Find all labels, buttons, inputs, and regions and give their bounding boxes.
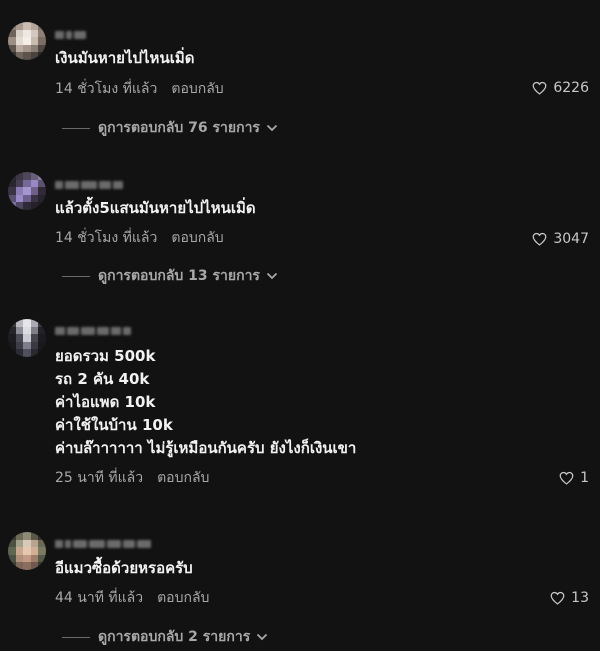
username-blurred[interactable] [55,326,131,336]
like-button[interactable]: 3047 [532,231,589,247]
avatar[interactable] [8,172,46,210]
like-count: 1 [580,470,589,486]
avatar[interactable] [8,319,46,357]
avatar[interactable] [8,22,46,60]
heart-outline-icon [559,471,574,485]
comment-meta: 14 ชั่วโมง ที่แล้ว ตอบกลับ [55,78,224,100]
view-replies-button[interactable]: ดูการตอบกลับ 76 รายการ [62,117,278,139]
timestamp: 14 ชั่วโมง ที่แล้ว [55,81,158,97]
like-count: 6226 [553,80,589,96]
view-replies-label: ดูการตอบกลับ 76 รายการ [98,120,260,136]
reply-button[interactable]: ตอบกลับ [171,78,223,100]
view-replies-button[interactable]: ดูการตอบกลับ 2 รายการ [62,626,268,648]
reply-button[interactable]: ตอบกลับ [157,467,209,489]
chevron-down-icon [266,124,278,132]
comment-text: เงินมันหายไปไหนเมิ่ด [55,49,195,67]
comment-meta: 14 ชั่วโมง ที่แล้ว ตอบกลับ [55,227,224,249]
comment-text: แล้วตั้ง5แสนมันหายไปไหนเมิ่ด [55,199,256,217]
username-blurred[interactable] [55,539,151,549]
like-count: 3047 [553,231,589,247]
like-button[interactable]: 6226 [532,80,589,96]
timestamp: 25 นาที ที่แล้ว [55,470,144,486]
comment-text: อีแมวซื้อด้วยหรอครับ [55,559,193,577]
divider [62,275,90,277]
heart-outline-icon [550,591,565,605]
comment-meta: 44 นาที ที่แล้ว ตอบกลับ [55,587,209,609]
like-count: 13 [571,590,589,606]
reply-button[interactable]: ตอบกลับ [171,227,223,249]
comment-meta: 25 นาที ที่แล้ว ตอบกลับ [55,467,209,489]
timestamp: 14 ชั่วโมง ที่แล้ว [55,230,158,246]
avatar[interactable] [8,532,46,570]
chevron-down-icon [257,633,268,641]
timestamp: 44 นาที ที่แล้ว [55,590,144,606]
username-blurred[interactable] [55,180,123,190]
like-button[interactable]: 13 [550,590,589,606]
chevron-down-icon [266,272,278,280]
view-replies-button[interactable]: ดูการตอบกลับ 13 รายการ [62,265,278,287]
heart-outline-icon [532,232,547,246]
view-replies-label: ดูการตอบกลับ 13 รายการ [98,268,260,284]
view-replies-label: ดูการตอบกลับ 2 รายการ [98,629,251,645]
heart-outline-icon [532,81,547,95]
comment-list: เงินมันหายไปไหนเมิ่ด 14 ชั่วโมง ที่แล้ว … [0,0,600,651]
username-blurred[interactable] [55,30,86,40]
divider [62,636,90,638]
comment-text: ยอดรวม 500k รถ 2 คัน 40k ค่าไอแพด 10k ค่… [55,347,357,457]
like-button[interactable]: 1 [559,470,589,486]
divider [62,127,90,129]
reply-button[interactable]: ตอบกลับ [157,587,209,609]
